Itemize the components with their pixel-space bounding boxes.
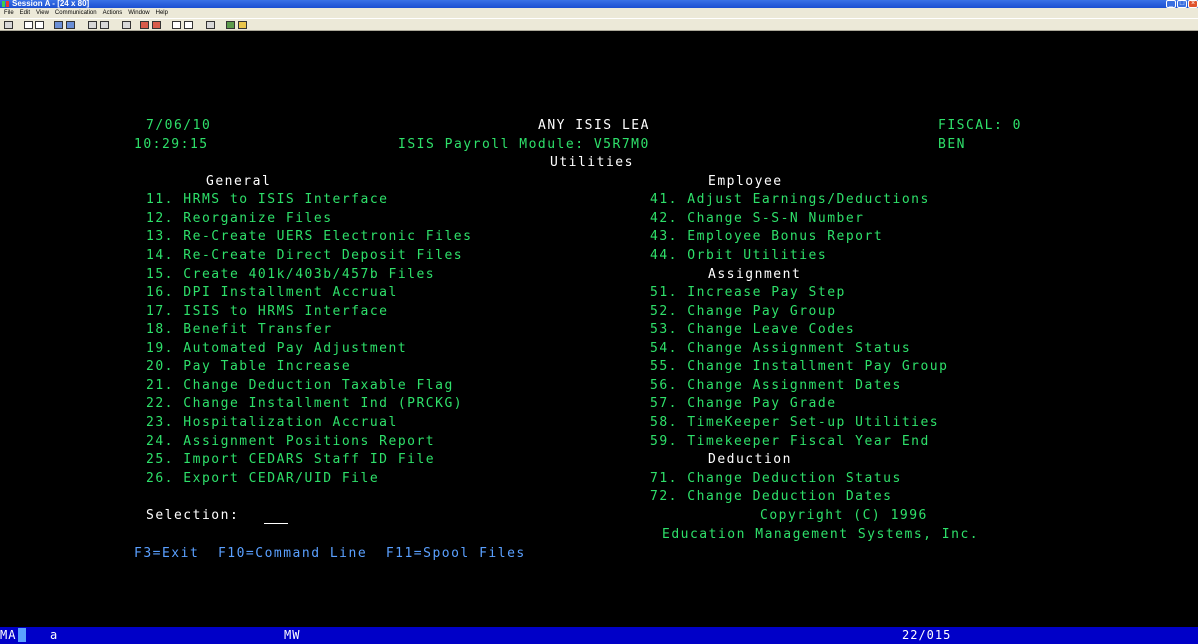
- menu-communication[interactable]: Communication: [55, 8, 97, 18]
- menu-option-18[interactable]: 18. Benefit Transfer: [146, 321, 333, 338]
- session-icon: [2, 1, 10, 7]
- menu-option-23[interactable]: 23. Hospitalization Accrual: [146, 414, 398, 431]
- general-heading: General: [206, 174, 272, 189]
- date-display: 7/06/10: [146, 118, 212, 133]
- session-indicator: a: [50, 628, 59, 642]
- fiscal-display: FISCAL: 0: [938, 118, 1022, 133]
- menu-option-16[interactable]: 16. DPI Installment Accrual: [146, 284, 398, 301]
- map-icon[interactable]: [122, 21, 131, 29]
- function-keys-line[interactable]: F3=Exit F10=Command Line F11=Spool Files: [134, 545, 526, 562]
- menu-edit[interactable]: Edit: [20, 8, 30, 18]
- mode-text: MA: [0, 628, 17, 642]
- menu-option-54[interactable]: 54. Change Assignment Status: [650, 340, 911, 357]
- selection-label: Selection:: [146, 508, 240, 523]
- menu-option-59[interactable]: 59. Timekeeper Fiscal Year End: [650, 433, 930, 450]
- window-controls: _ □ ×: [1166, 0, 1198, 8]
- receive-icon[interactable]: [66, 21, 75, 29]
- menu-option-42[interactable]: 42. Change S-S-N Number: [650, 210, 865, 227]
- stop-macro-icon[interactable]: [172, 21, 181, 29]
- menu-option-14[interactable]: 14. Re-Create Direct Deposit Files: [146, 247, 463, 264]
- status-bar: MA a MW 22/015: [0, 627, 1198, 644]
- company-name: Education Management Systems, Inc.: [662, 527, 980, 542]
- module-name: ISIS Payroll Module: V5R7M0: [398, 137, 650, 152]
- menu-actions[interactable]: Actions: [103, 8, 123, 18]
- menu-option-15[interactable]: 15. Create 401k/403b/457b Files: [146, 266, 435, 283]
- minimize-button[interactable]: _: [1166, 0, 1176, 8]
- support-icon[interactable]: [226, 21, 235, 29]
- deduction-heading: Deduction: [708, 452, 792, 467]
- menu-option-44[interactable]: 44. Orbit Utilities: [650, 247, 827, 264]
- menu-option-22[interactable]: 22. Change Installment Ind (PRCKG): [146, 395, 463, 412]
- menu-option-51[interactable]: 51. Increase Pay Step: [650, 284, 846, 301]
- menu-option-52[interactable]: 52. Change Pay Group: [650, 303, 837, 320]
- menu-option-25[interactable]: 25. Import CEDARS Staff ID File: [146, 451, 435, 468]
- screen-title: Utilities: [550, 155, 634, 170]
- menu-option-19[interactable]: 19. Automated Pay Adjustment: [146, 340, 407, 357]
- maximize-button[interactable]: □: [1177, 0, 1187, 8]
- menu-window[interactable]: Window: [128, 8, 149, 18]
- menu-option-21[interactable]: 21. Change Deduction Taxable Flag: [146, 377, 454, 394]
- color-icon[interactable]: [100, 21, 109, 29]
- menu-option-26[interactable]: 26. Export CEDAR/UID File: [146, 470, 379, 487]
- menu-option-55[interactable]: 55. Change Installment Pay Group: [650, 358, 948, 375]
- organization-name: ANY ISIS LEA: [538, 118, 650, 133]
- terminal-screen[interactable]: 7/06/10 ANY ISIS LEA FISCAL: 0 10:29:15 …: [0, 31, 1198, 627]
- close-button[interactable]: ×: [1188, 0, 1198, 8]
- paste-icon[interactable]: [35, 21, 44, 29]
- print-screen-icon[interactable]: [4, 21, 13, 29]
- menu-option-17[interactable]: 17. ISIS to HRMS Interface: [146, 303, 389, 320]
- menu-option-71[interactable]: 71. Change Deduction Status: [650, 470, 902, 487]
- mode-indicator: MA: [0, 627, 26, 643]
- send-icon[interactable]: [54, 21, 63, 29]
- menu-option-41[interactable]: 41. Adjust Earnings/Deductions: [650, 191, 930, 208]
- record-macro-icon[interactable]: [140, 21, 149, 29]
- toolbar: [0, 18, 1198, 31]
- play-macro-icon[interactable]: [152, 21, 161, 29]
- menu-help[interactable]: Help: [156, 8, 168, 18]
- help-icon[interactable]: [238, 21, 247, 29]
- menu-option-24[interactable]: 24. Assignment Positions Report: [146, 433, 435, 450]
- menu-option-58[interactable]: 58. TimeKeeper Set-up Utilities: [650, 414, 939, 431]
- menu-option-20[interactable]: 20. Pay Table Increase: [146, 358, 351, 375]
- menu-option-12[interactable]: 12. Reorganize Files: [146, 210, 333, 227]
- message-wait-indicator: MW: [284, 628, 301, 642]
- menu-option-72[interactable]: 72. Change Deduction Dates: [650, 488, 893, 505]
- menu-option-56[interactable]: 56. Change Assignment Dates: [650, 377, 902, 394]
- copy-icon[interactable]: [24, 21, 33, 29]
- menu-file[interactable]: File: [4, 8, 14, 18]
- user-id: BEN: [938, 137, 966, 152]
- menu-option-53[interactable]: 53. Change Leave Codes: [650, 321, 855, 338]
- display-icon[interactable]: [88, 21, 97, 29]
- menu-option-11[interactable]: 11. HRMS to ISIS Interface: [146, 191, 389, 208]
- cursor-block: [18, 628, 26, 642]
- macro-list-icon[interactable]: [184, 21, 193, 29]
- menu-option-13[interactable]: 13. Re-Create UERS Electronic Files: [146, 228, 472, 245]
- assignment-heading: Assignment: [708, 267, 802, 282]
- title-bar[interactable]: Session A - [24 x 80] _ □ ×: [0, 0, 1198, 8]
- menu-bar: File Edit View Communication Actions Win…: [0, 8, 1198, 18]
- menu-option-57[interactable]: 57. Change Pay Grade: [650, 395, 837, 412]
- cursor-position: 22/015: [902, 628, 952, 642]
- selection-input[interactable]: [264, 509, 288, 524]
- copyright-line: Copyright (C) 1996: [760, 508, 928, 523]
- employee-heading: Employee: [708, 174, 783, 189]
- customize-icon[interactable]: [206, 21, 215, 29]
- menu-option-43[interactable]: 43. Employee Bonus Report: [650, 228, 883, 245]
- menu-view[interactable]: View: [36, 8, 49, 18]
- time-display: 10:29:15: [134, 137, 209, 152]
